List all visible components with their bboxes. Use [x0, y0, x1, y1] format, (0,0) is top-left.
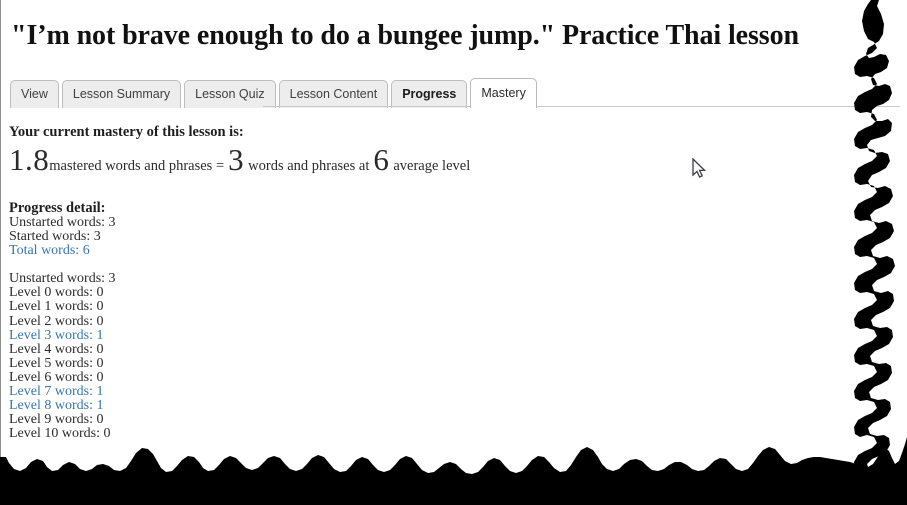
tab-lesson-content[interactable]: Lesson Content — [278, 80, 389, 108]
progress-detail-label: Level 0 words: — [9, 285, 93, 301]
progress-detail-row: Level 9 words: 0 — [9, 413, 829, 427]
progress-detail-value: 3 — [93, 229, 101, 245]
left-border-rule — [0, 0, 1, 462]
progress-detail-label: Level 1 words: — [9, 299, 93, 315]
mastery-average-level: 6 — [373, 142, 390, 177]
mastery-average-level-suffix: average level — [393, 158, 471, 174]
progress-detail-value: 0 — [103, 426, 111, 442]
progress-detail-label: Unstarted words: — [9, 271, 106, 287]
mastery-score: 1.8 — [9, 142, 50, 177]
progress-detail-label: Level 4 words: — [9, 341, 93, 357]
progress-detail-label: Level 2 words: — [9, 313, 93, 329]
progress-detail-value: 0 — [96, 299, 104, 315]
progress-detail-value: 1 — [96, 327, 104, 343]
progress-detail-label: Level 6 words: — [9, 369, 93, 385]
progress-detail-value: 0 — [96, 341, 104, 357]
progress-summary-list: Unstarted words: 3 Started words: 3 Total … — [9, 215, 829, 258]
progress-detail-row: Level 6 words: 0 — [9, 369, 829, 385]
mastery-score-suffix: mastered words and phrases = — [49, 158, 225, 174]
progress-detail-label: Level 3 words: — [9, 327, 93, 343]
progress-detail-value: 0 — [96, 285, 104, 301]
progress-detail-value: 1 — [96, 398, 104, 414]
progress-detail-row: Started words: 3 — [9, 230, 829, 244]
progress-detail-row: Level 4 words: 0 — [9, 341, 829, 357]
progress-detail-value: 0 — [96, 369, 104, 385]
page-canvas: "I’m not brave enough to do a bungee jum… — [0, 0, 907, 505]
progress-detail-label: Started words: — [9, 229, 91, 245]
progress-detail-label: Level 9 words: — [9, 412, 93, 428]
progress-detail-value: 3 — [108, 215, 116, 230]
page-title: "I’m not brave enough to do a bungee jum… — [11, 19, 799, 51]
progress-detail-value: 0 — [96, 355, 104, 371]
tab-lesson-quiz[interactable]: Lesson Quiz — [184, 80, 276, 108]
progress-detail-row[interactable]: Total words: 6 — [9, 244, 829, 258]
progress-detail-label: Unstarted words: — [9, 215, 106, 230]
progress-detail-label: Total words: — [9, 243, 80, 259]
progress-detail-value: 1 — [96, 384, 104, 400]
mastery-heading: Your current mastery of this lesson is: — [9, 124, 244, 140]
mastery-summary-line: 1.8mastered words and phrases = 3 words … — [9, 144, 829, 178]
progress-detail-label: Level 7 words: — [9, 384, 93, 400]
progress-detail-label: Level 8 words: — [9, 398, 93, 414]
tab-view[interactable]: View — [10, 80, 59, 108]
progress-detail-row: Level 1 words: 0 — [9, 300, 829, 314]
mastery-word-count: 3 — [228, 142, 245, 177]
mastery-word-count-suffix: words and phrases at — [248, 158, 370, 174]
progress-detail-row: Unstarted words: 3 — [9, 272, 829, 286]
progress-detail-title: Progress detail: — [9, 200, 106, 216]
progress-detail-value: 0 — [96, 313, 104, 329]
progress-detail-label: Level 5 words: — [9, 355, 93, 371]
progress-levels-list: Unstarted words: 3 Level 0 words: 0 Level … — [9, 272, 829, 441]
main-content: Your current mastery of this lesson is: … — [9, 124, 829, 441]
progress-detail-row: Unstarted words: 3 — [9, 215, 829, 230]
tab-bar: View Lesson Summary Lesson Quiz Lesson Cont… — [10, 78, 900, 109]
progress-detail-row: Level 0 words: 0 — [9, 286, 829, 300]
progress-detail-row[interactable]: Level 8 words: 1 — [9, 399, 829, 413]
progress-detail-row: Level 10 words: 0 — [9, 427, 829, 441]
tab-strip: View Lesson Summary Lesson Quiz Lesson Cont… — [10, 78, 540, 108]
progress-detail-value: 6 — [82, 243, 90, 259]
progress-detail-label: Level 10 words: — [9, 426, 100, 442]
torn-edge-bottom — [0, 437, 907, 505]
progress-detail-section: Progress detail: Unstarted words: 3 Start… — [9, 200, 829, 441]
progress-detail-value: 0 — [96, 412, 104, 428]
progress-detail-value: 3 — [108, 271, 116, 287]
tab-progress[interactable]: Progress — [391, 80, 468, 108]
progress-detail-row: Level 2 words: 0 — [9, 313, 829, 329]
tab-bar-underline — [263, 106, 900, 107]
progress-detail-row[interactable]: Level 7 words: 1 — [9, 384, 829, 400]
progress-detail-row: Level 5 words: 0 — [9, 355, 829, 371]
tab-mastery[interactable]: Mastery — [470, 78, 537, 108]
torn-edge-right — [854, 0, 895, 505]
tab-lesson-summary[interactable]: Lesson Summary — [61, 80, 182, 108]
progress-detail-row[interactable]: Level 3 words: 1 — [9, 327, 829, 343]
